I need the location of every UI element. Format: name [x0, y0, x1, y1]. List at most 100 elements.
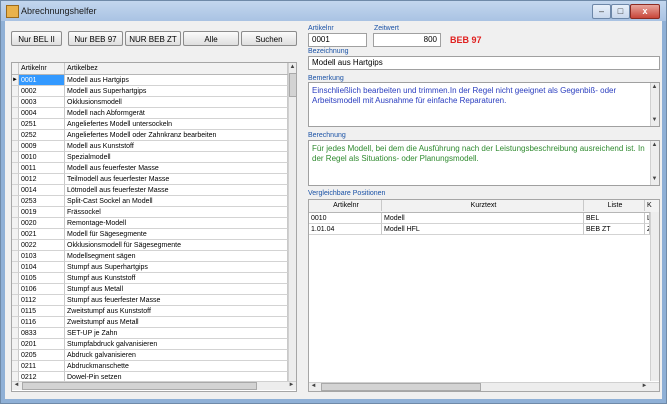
table-row[interactable]: 0106 Stumpf aus Metall [12, 284, 288, 295]
table-row[interactable]: 0009 Modell aus Kunststoff [12, 141, 288, 152]
cell-artikelnr[interactable]: 0106 [19, 284, 65, 295]
scroll-down-arrow[interactable]: ▼ [650, 116, 659, 125]
table-row[interactable]: 0201 Stumpfabdruck galvanisieren [12, 339, 288, 350]
col-header-artikelnr[interactable]: Artikelnr [19, 63, 65, 74]
table-row[interactable]: 0833 SET-UP je Zahn [12, 328, 288, 339]
cell-artikelnr[interactable]: 0201 [19, 339, 65, 350]
table-row[interactable]: 0112 Stumpf aus feuerfester Masse [12, 295, 288, 306]
row-selector[interactable] [12, 262, 19, 273]
scroll-left-arrow[interactable]: ◄ [12, 381, 21, 390]
col-header-kurztext[interactable]: Kurztext [382, 200, 584, 211]
cell-artikelbez[interactable]: Zweitstumpf aus Kunststoff [65, 306, 288, 317]
cell-artikelnr[interactable]: 0001 [19, 75, 65, 86]
table-row[interactable]: 0251 Angeliefertes Modell untersockeln [12, 119, 288, 130]
scroll-right-arrow[interactable]: ► [287, 381, 296, 390]
cell-artikelnr[interactable]: 0104 [19, 262, 65, 273]
cell-artikelbez[interactable]: Stumpf aus Metall [65, 284, 288, 295]
cell-artikelbez[interactable]: Angeliefertes Modell untersockeln [65, 119, 288, 130]
row-selector[interactable] [12, 306, 19, 317]
nur-beb97-button[interactable]: Nur BEB 97 [68, 31, 123, 46]
cell-artikelbez[interactable]: Modell für Sägesegmente [65, 229, 288, 240]
row-selector[interactable] [12, 317, 19, 328]
cell-artikelnr[interactable]: 0105 [19, 273, 65, 284]
cell-artikelbez[interactable]: Spezialmodell [65, 152, 288, 163]
scroll-left-arrow[interactable]: ◄ [309, 382, 318, 391]
cell-artikelbez[interactable]: Lötmodell aus feuerfester Masse [65, 185, 288, 196]
compare-grid-vscroll[interactable] [650, 212, 659, 381]
hscroll-thumb[interactable] [22, 382, 257, 390]
cell-artikelbez[interactable]: Okklusionsmodell für Sägesegmente [65, 240, 288, 251]
compare-grid[interactable]: Artikelnr Kurztext Liste K 0010 Modell BEL… [308, 199, 660, 392]
row-selector[interactable] [12, 339, 19, 350]
table-row[interactable]: 0011 Modell aus feuerfester Masse [12, 163, 288, 174]
row-selector[interactable] [12, 361, 19, 372]
cell-artikelnr[interactable]: 0011 [19, 163, 65, 174]
row-selector[interactable] [12, 350, 19, 361]
row-selector[interactable] [12, 196, 19, 207]
table-row[interactable]: 0205 Abdruck galvanisieren [12, 350, 288, 361]
cell-artikelbez[interactable]: Zweitstumpf aus Metall [65, 317, 288, 328]
cell-artikelbez[interactable]: Stumpf aus Kunststoff [65, 273, 288, 284]
col-header-liste[interactable]: Liste [584, 200, 645, 211]
row-selector[interactable] [12, 240, 19, 251]
cell-artikelbez[interactable]: Abdruckmanschette [65, 361, 288, 372]
table-row[interactable]: 0116 Zweitstumpf aus Metall [12, 317, 288, 328]
row-selector[interactable] [12, 141, 19, 152]
cell-artikelnr[interactable]: 0004 [19, 108, 65, 119]
col-header-artikelbez[interactable]: Artikelbez [65, 63, 288, 74]
row-selector[interactable] [12, 97, 19, 108]
cell-artikelbez[interactable]: SET-UP je Zahn [65, 328, 288, 339]
scroll-up-arrow[interactable]: ▲ [288, 63, 296, 72]
cell-artikelnr[interactable]: 1.01.04 [309, 224, 382, 235]
close-button[interactable]: x [630, 4, 660, 19]
cell-liste[interactable]: BEB ZT [584, 224, 645, 235]
table-row[interactable]: 0021 Modell für Sägesegmente [12, 229, 288, 240]
row-selector[interactable] [12, 108, 19, 119]
table-row[interactable]: 0103 Modellsegment sägen [12, 251, 288, 262]
cell-artikelbez[interactable]: Remontage-Modell [65, 218, 288, 229]
row-selector[interactable] [12, 207, 19, 218]
table-row[interactable]: 0004 Modell nach Abformgerät [12, 108, 288, 119]
row-selector[interactable] [12, 185, 19, 196]
compare-grid-hscroll[interactable]: ◄ ► [309, 382, 659, 391]
cell-artikelnr[interactable]: 0116 [19, 317, 65, 328]
table-row[interactable]: 0003 Okklusionsmodell [12, 97, 288, 108]
hscroll-thumb[interactable] [321, 383, 481, 391]
alle-button[interactable]: Alle [183, 31, 239, 46]
cell-artikelnr[interactable]: 0112 [19, 295, 65, 306]
cell-artikelbez[interactable]: Stumpfabdruck galvanisieren [65, 339, 288, 350]
bemerkung-memo[interactable]: Einschließlich bearbeiten und trimmen.In… [308, 82, 660, 127]
col-header-artikelnr[interactable]: Artikelnr [309, 200, 382, 211]
scroll-up-arrow[interactable]: ▲ [650, 141, 659, 150]
cell-artikelbez[interactable]: Frässockel [65, 207, 288, 218]
table-row[interactable]: 0014 Lötmodell aus feuerfester Masse [12, 185, 288, 196]
table-row[interactable]: ► 0001 Modell aus Hartgips [12, 75, 288, 86]
cell-artikelnr[interactable]: 0012 [19, 174, 65, 185]
article-grid-vscroll[interactable]: ▲ [288, 63, 296, 381]
row-selector[interactable] [12, 218, 19, 229]
table-row[interactable]: 0010ModellBELL [309, 213, 650, 224]
artikelnr-field[interactable]: 0001 [308, 33, 367, 47]
berechnung-memo[interactable]: Für jedes Modell, bei dem die Ausführung… [308, 140, 660, 186]
cell-artikelbez[interactable]: Modell aus Superhartgips [65, 86, 288, 97]
berechnung-vscroll[interactable]: ▲ ▼ [650, 141, 659, 185]
suchen-button[interactable]: Suchen [241, 31, 297, 46]
scroll-right-arrow[interactable]: ► [640, 382, 649, 391]
row-selector[interactable] [12, 284, 19, 295]
cell-artikelnr[interactable]: 0019 [19, 207, 65, 218]
maximize-button[interactable]: □ [611, 4, 630, 19]
cell-artikelnr[interactable]: 0833 [19, 328, 65, 339]
row-selector[interactable] [12, 152, 19, 163]
cell-artikelnr[interactable]: 0020 [19, 218, 65, 229]
table-row[interactable]: 0012 Teilmodell aus feuerfester Masse [12, 174, 288, 185]
row-selector[interactable] [12, 174, 19, 185]
cell-artikelbez[interactable]: Modell aus Kunststoff [65, 141, 288, 152]
cell-liste[interactable]: BEL [584, 213, 645, 224]
cell-artikelnr[interactable]: 0010 [309, 213, 382, 224]
row-selector[interactable] [12, 328, 19, 339]
row-selector[interactable] [12, 229, 19, 240]
cell-artikelbez[interactable]: Angeliefertes Modell oder Zahnkranz bear… [65, 130, 288, 141]
cell-artikelnr[interactable]: 0252 [19, 130, 65, 141]
table-row[interactable]: 0252 Angeliefertes Modell oder Zahnkranz … [12, 130, 288, 141]
table-row[interactable]: 0019 Frässockel [12, 207, 288, 218]
